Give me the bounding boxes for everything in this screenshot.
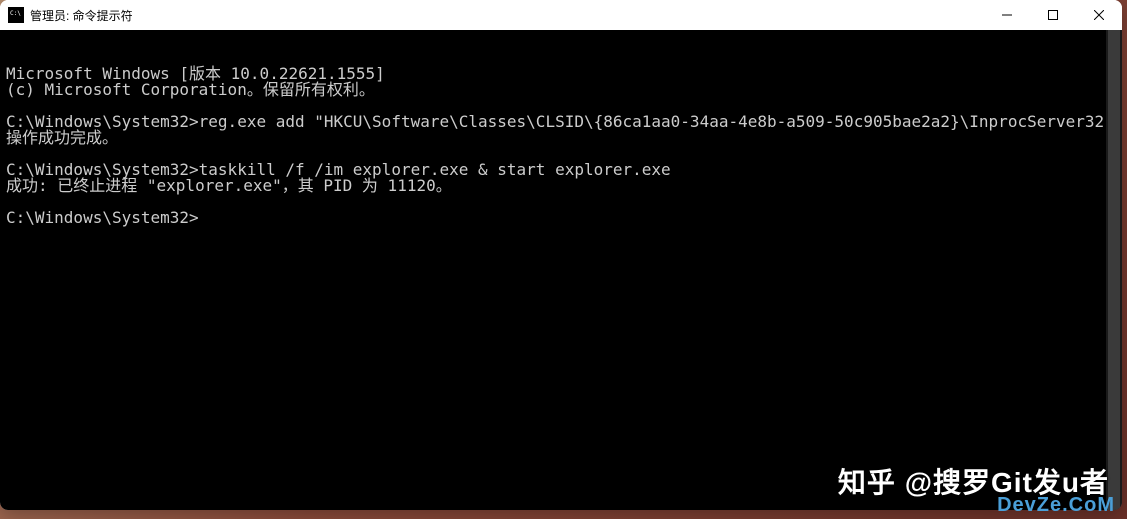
scrollbar[interactable]: [1106, 30, 1122, 510]
terminal-line: 操作成功完成。: [6, 130, 1116, 146]
titlebar[interactable]: 管理员: 命令提示符: [0, 0, 1122, 30]
minimize-button[interactable]: [984, 0, 1030, 30]
terminal-line: 成功: 已终止进程 "explorer.exe"，其 PID 为 11120。: [6, 178, 1116, 194]
scrollbar-thumb[interactable]: [1108, 30, 1120, 510]
terminal-line: C:\Windows\System32>reg.exe add "HKCU\So…: [6, 114, 1116, 130]
terminal-content: Microsoft Windows [版本 10.0.22621.1555](c…: [6, 66, 1116, 226]
window-controls: [984, 0, 1122, 30]
terminal-line: (c) Microsoft Corporation。保留所有权利。: [6, 82, 1116, 98]
close-icon: [1094, 10, 1104, 20]
maximize-icon: [1048, 10, 1058, 20]
window-title: 管理员: 命令提示符: [30, 7, 133, 24]
cmd-icon: [8, 7, 24, 23]
minimize-icon: [1002, 10, 1012, 20]
maximize-button[interactable]: [1030, 0, 1076, 30]
titlebar-left: 管理员: 命令提示符: [0, 7, 133, 24]
terminal-area[interactable]: Microsoft Windows [版本 10.0.22621.1555](c…: [0, 30, 1122, 510]
command-prompt-window: 管理员: 命令提示符 Microsoft Windows [版本 10: [0, 0, 1122, 510]
terminal-line: C:\Windows\System32>: [6, 210, 1116, 226]
close-button[interactable]: [1076, 0, 1122, 30]
